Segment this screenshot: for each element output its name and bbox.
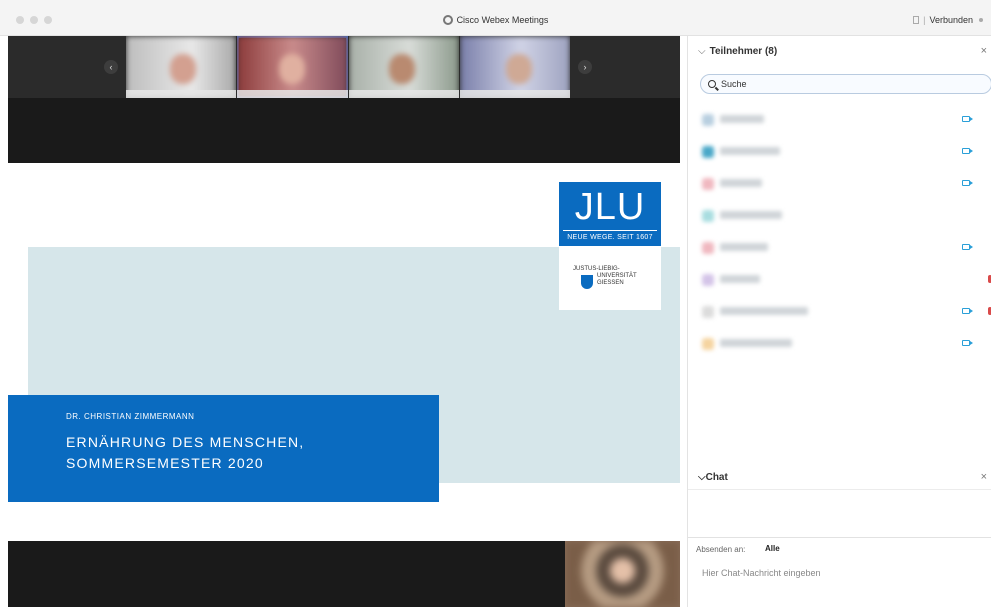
meeting-stage: ‹ › JLU NEUE WEGE. SEIT 1607 JUSTUS-LIEB… — [8, 36, 680, 607]
slide-course-title: ERNÄHRUNG DES MENSCHEN, SOMMERSEMESTER 2… — [66, 434, 305, 471]
chevron-down-icon: ⌵ — [698, 46, 706, 57]
participant-name-blurred — [720, 147, 780, 155]
participant-name-blurred — [720, 243, 768, 251]
search-icon — [708, 80, 716, 88]
participant-search-input[interactable] — [721, 77, 981, 91]
video-camera-icon[interactable] — [962, 148, 973, 154]
divider — [688, 489, 991, 490]
shared-presentation-slide: JLU NEUE WEGE. SEIT 1607 JUSTUS-LIEBIG- … — [8, 163, 680, 541]
participant-video-thumbnail[interactable] — [460, 36, 570, 98]
participant-row[interactable] — [688, 104, 991, 136]
video-camera-icon[interactable] — [962, 308, 973, 314]
jlu-logo: JLU NEUE WEGE. SEIT 1607 — [559, 182, 661, 246]
participant-row[interactable] — [688, 264, 991, 296]
participant-row[interactable] — [688, 168, 991, 200]
participant-name-blurred — [720, 275, 760, 283]
chat-message-input[interactable] — [702, 564, 982, 582]
participant-name-blurred — [720, 211, 782, 219]
video-camera-icon[interactable] — [962, 244, 973, 250]
webex-logo-icon — [442, 15, 453, 25]
chat-panel-header[interactable]: ⌵Chat — [698, 472, 728, 483]
video-filmstrip: ‹ › — [8, 36, 680, 98]
video-camera-icon[interactable] — [962, 180, 973, 186]
status-dot-icon — [979, 18, 983, 22]
video-camera-icon[interactable] — [962, 116, 973, 122]
share-screen-icon[interactable] — [913, 16, 920, 24]
avatar — [702, 306, 714, 318]
filmstrip-prev-button[interactable]: ‹ — [104, 60, 118, 74]
send-to-selector[interactable]: Alle — [765, 544, 780, 553]
participant-row[interactable] — [688, 328, 991, 360]
slide-author: DR. CHRISTIAN ZIMMERMANN — [66, 412, 195, 421]
participant-video-thumbnail[interactable] — [237, 36, 348, 98]
close-icon[interactable]: × — [981, 471, 987, 483]
university-name: JUSTUS-LIEBIG- UNIVERSITÄT GIESSEN — [573, 266, 637, 286]
status-label: Verbunden — [929, 15, 973, 25]
window-title-bar: Cisco Webex Meetings | Verbunden — [0, 0, 991, 36]
avatar — [702, 338, 714, 350]
chevron-down-icon: ⌵ — [698, 472, 706, 483]
send-to-label: Absenden an: — [696, 545, 746, 554]
avatar — [702, 274, 714, 286]
avatar — [702, 178, 714, 190]
avatar — [702, 210, 714, 222]
window-title: Cisco Webex Meetings — [0, 15, 991, 25]
participant-row[interactable] — [688, 232, 991, 264]
close-icon[interactable]: × — [981, 45, 987, 57]
participant-row[interactable] — [688, 136, 991, 168]
participant-list — [688, 104, 991, 360]
participant-name-blurred — [720, 179, 762, 187]
participant-row[interactable] — [688, 200, 991, 232]
self-view-video[interactable] — [565, 541, 680, 607]
participant-name-blurred — [720, 339, 792, 347]
participant-name-blurred — [720, 307, 808, 315]
participant-name-blurred — [720, 115, 764, 123]
connection-status: | Verbunden — [913, 15, 983, 25]
side-panel: ⌵ Teilnehmer (8) × Suche ⌵Chat × Absende… — [687, 36, 991, 607]
divider — [688, 537, 991, 538]
participant-video-thumbnail[interactable] — [349, 36, 459, 98]
avatar — [702, 114, 714, 126]
participant-search — [700, 74, 991, 94]
participants-panel-header[interactable]: ⌵ Teilnehmer (8) — [698, 46, 777, 57]
video-camera-icon[interactable] — [962, 340, 973, 346]
avatar — [702, 146, 714, 158]
participant-video-thumbnail[interactable] — [126, 36, 236, 98]
slide-title-box: DR. CHRISTIAN ZIMMERMANN ERNÄHRUNG DES M… — [8, 395, 439, 502]
university-logo: JUSTUS-LIEBIG- UNIVERSITÄT GIESSEN — [559, 246, 661, 310]
filmstrip-next-button[interactable]: › — [578, 60, 592, 74]
avatar — [702, 242, 714, 254]
participant-row[interactable] — [688, 296, 991, 328]
